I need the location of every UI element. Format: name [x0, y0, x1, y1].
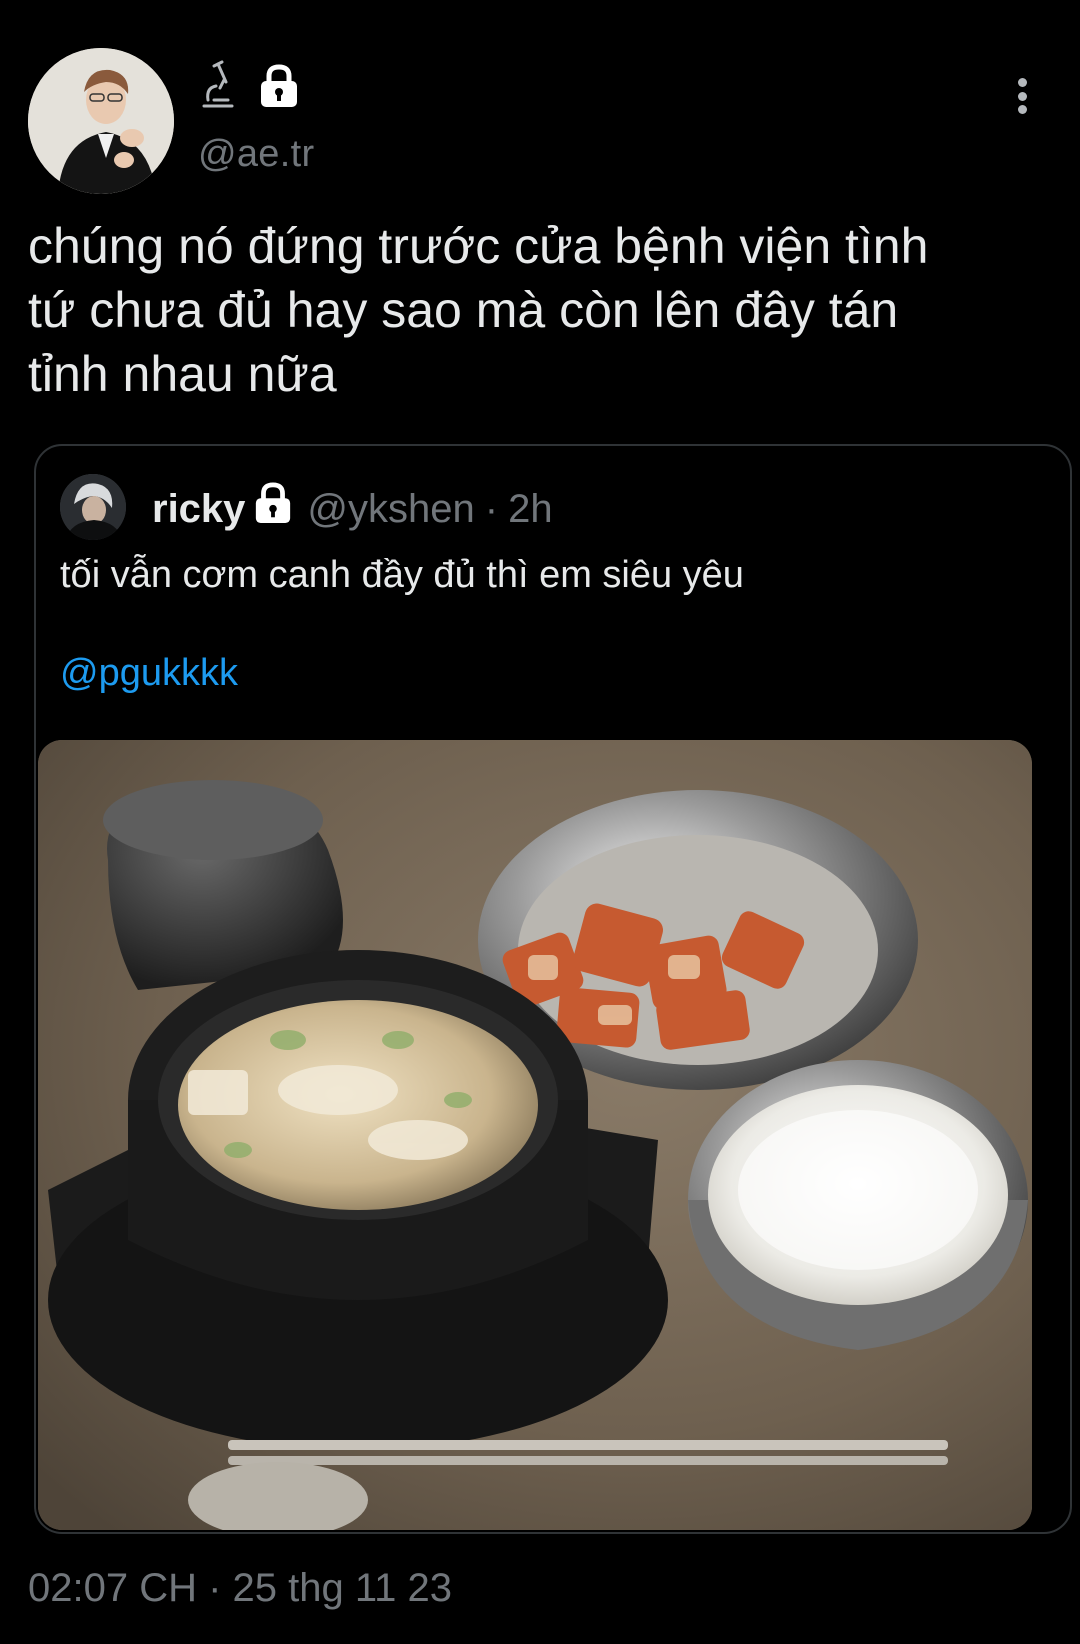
- quoted-tweet-text: tối vẫn cơm canh đầy đủ thì em siêu yêu: [60, 554, 744, 596]
- microscope-icon: [200, 60, 236, 112]
- quoted-mention-link[interactable]: @pgukkkk: [60, 648, 238, 698]
- quoted-author-name[interactable]: ricky: [152, 484, 245, 534]
- quoted-photo[interactable]: [38, 740, 1032, 1530]
- tweet-text: chúng nó đứng trước cửa bệnh viện tình t…: [28, 218, 929, 402]
- tweet: @ae.tr chúng nó đứng trước cửa bệnh viện…: [0, 0, 1080, 1644]
- quoted-avatar-image: [60, 474, 126, 540]
- quoted-separator: ·: [484, 487, 499, 531]
- lock-icon: [253, 482, 293, 536]
- author-badges: [200, 60, 300, 112]
- author-avatar[interactable]: [28, 48, 174, 194]
- meal-photo: [38, 740, 1032, 1530]
- lock-icon: [258, 64, 300, 108]
- quoted-header: ricky @ykshen · 2h: [152, 482, 553, 536]
- quoted-author-avatar[interactable]: [60, 474, 126, 540]
- more-options-icon[interactable]: [1000, 70, 1044, 122]
- author-avatar-image: [28, 48, 174, 194]
- quoted-tweet-card[interactable]: ricky @ykshen · 2h tối vẫn cơm canh đầy …: [34, 444, 1072, 1534]
- quoted-author-handle: @ykshen: [307, 487, 475, 531]
- tweet-timestamp[interactable]: 02:07 CH · 25 thg 11 23: [28, 1566, 452, 1611]
- quoted-time: 2h: [508, 487, 553, 531]
- author-handle[interactable]: @ae.tr: [198, 133, 314, 176]
